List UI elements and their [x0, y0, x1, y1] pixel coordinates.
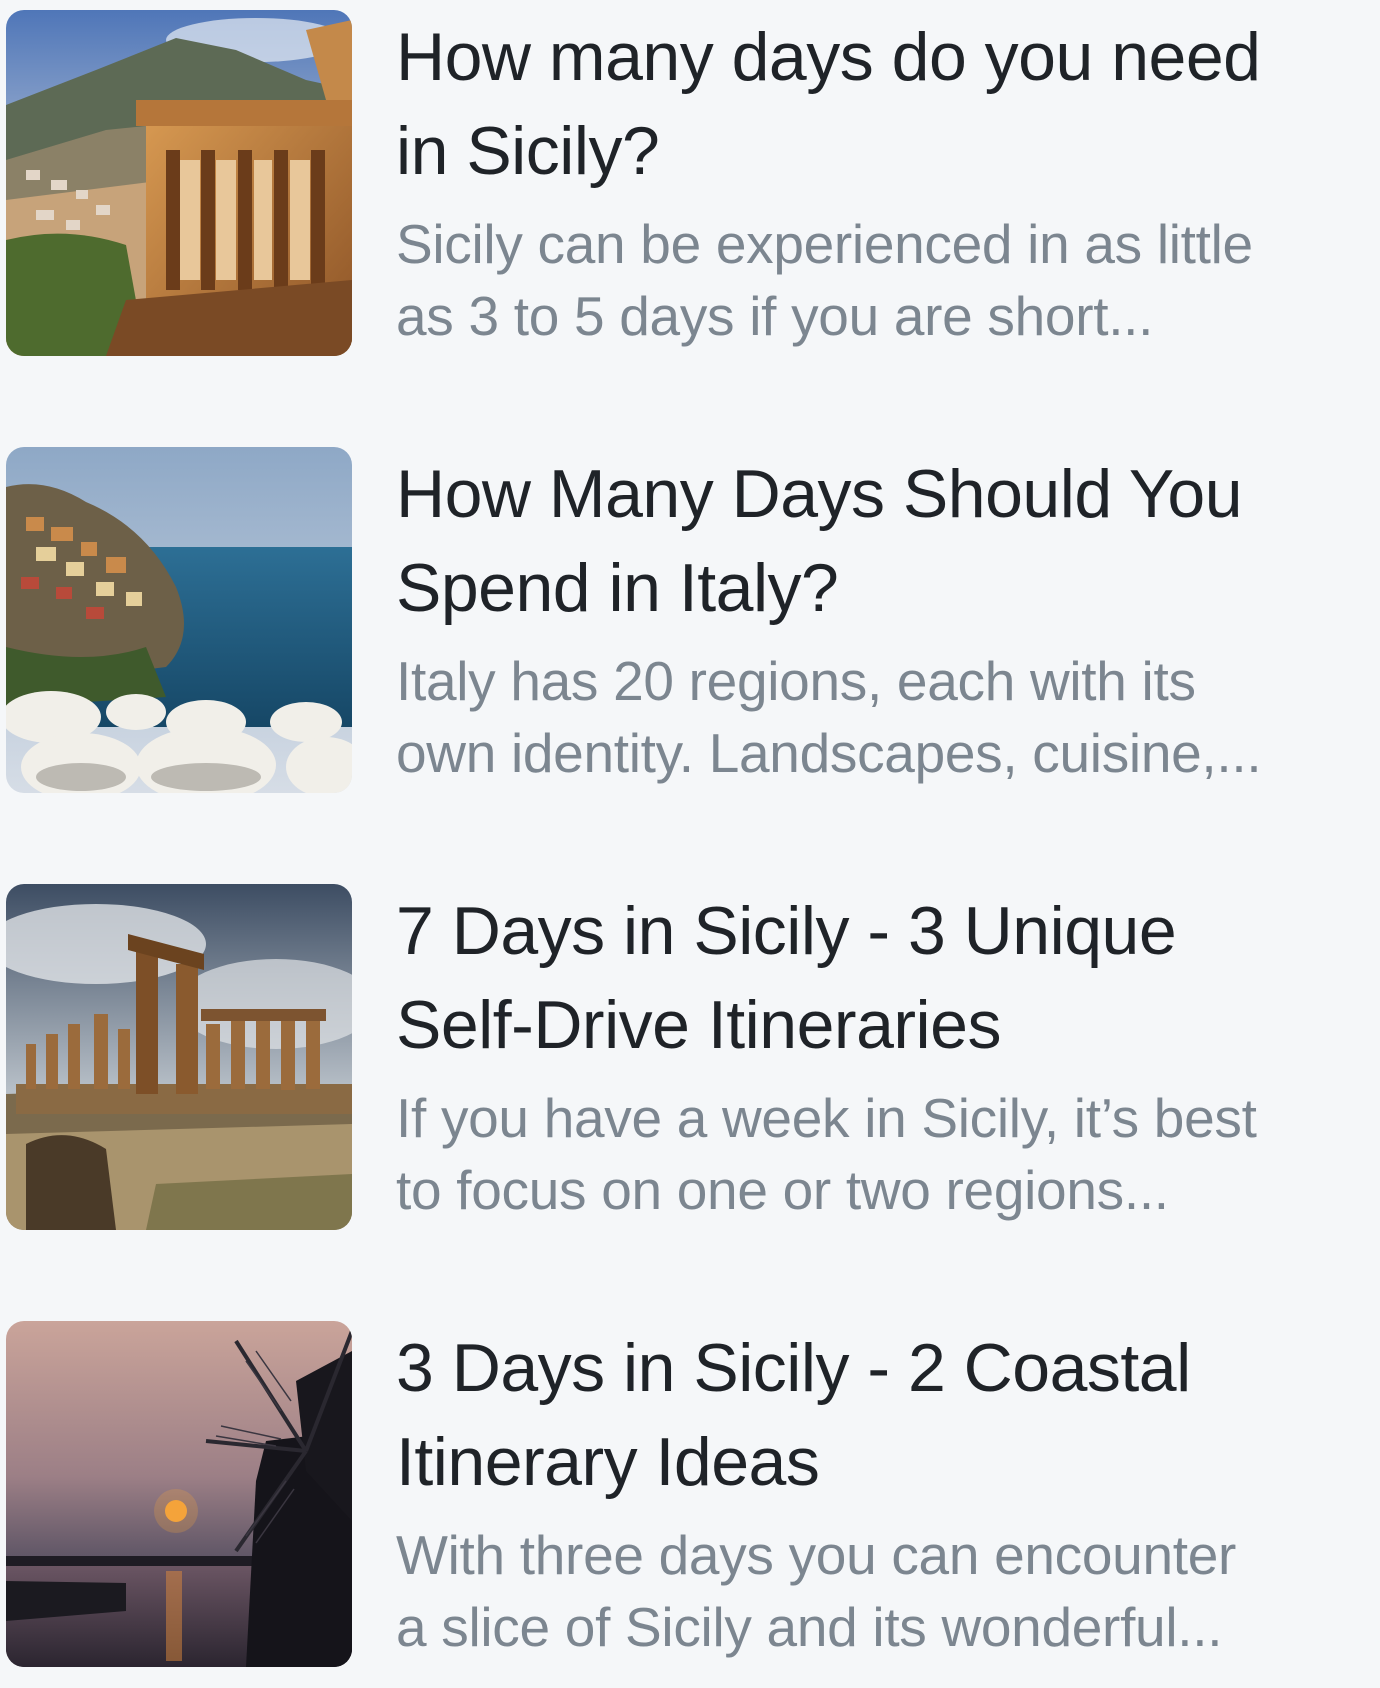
- article-excerpt-3: If you have a week in Sicily, it’s best …: [396, 1087, 1257, 1221]
- taormina-ancient-theater-photo: [6, 10, 352, 356]
- agrigento-temple-ruins-photo: [6, 884, 352, 1230]
- article-list: How many days do you need in Sicily? Sic…: [0, 0, 1380, 1688]
- article-text-4: 3 Days in Sicily - 2 Coastal Itinerary I…: [396, 1321, 1380, 1663]
- article-text-3: 7 Days in Sicily - 3 Unique Self-Drive I…: [396, 884, 1380, 1226]
- article-card-1[interactable]: How many days do you need in Sicily? Sic…: [0, 10, 1380, 370]
- windmill-sunset-photo: [6, 1321, 352, 1667]
- article-thumbnail-4[interactable]: [6, 1321, 352, 1667]
- article-text-1: How many days do you need in Sicily? Sic…: [396, 10, 1380, 352]
- article-card-3[interactable]: 7 Days in Sicily - 3 Unique Self-Drive I…: [0, 884, 1380, 1244]
- article-title-1[interactable]: How many days do you need in Sicily?: [396, 10, 1380, 198]
- article-card-2[interactable]: How Many Days Should You Spend in Italy?…: [0, 447, 1380, 807]
- article-thumbnail-3[interactable]: [6, 884, 352, 1230]
- article-excerpt-4: With three days you can encounter a slic…: [396, 1524, 1237, 1658]
- article-excerpt-1: Sicily can be experienced in as little a…: [396, 213, 1253, 347]
- article-title-2[interactable]: How Many Days Should You Spend in Italy?: [396, 447, 1380, 635]
- article-text-2: How Many Days Should You Spend in Italy?…: [396, 447, 1380, 789]
- article-excerpt-2: Italy has 20 regions, each with its own …: [396, 650, 1262, 784]
- article-title-4[interactable]: 3 Days in Sicily - 2 Coastal Itinerary I…: [396, 1321, 1380, 1509]
- cinque-terre-coast-photo: [6, 447, 352, 793]
- article-thumbnail-2[interactable]: [6, 447, 352, 793]
- article-thumbnail-1[interactable]: [6, 10, 352, 356]
- article-card-4[interactable]: 3 Days in Sicily - 2 Coastal Itinerary I…: [0, 1321, 1380, 1681]
- article-title-3[interactable]: 7 Days in Sicily - 3 Unique Self-Drive I…: [396, 884, 1380, 1072]
